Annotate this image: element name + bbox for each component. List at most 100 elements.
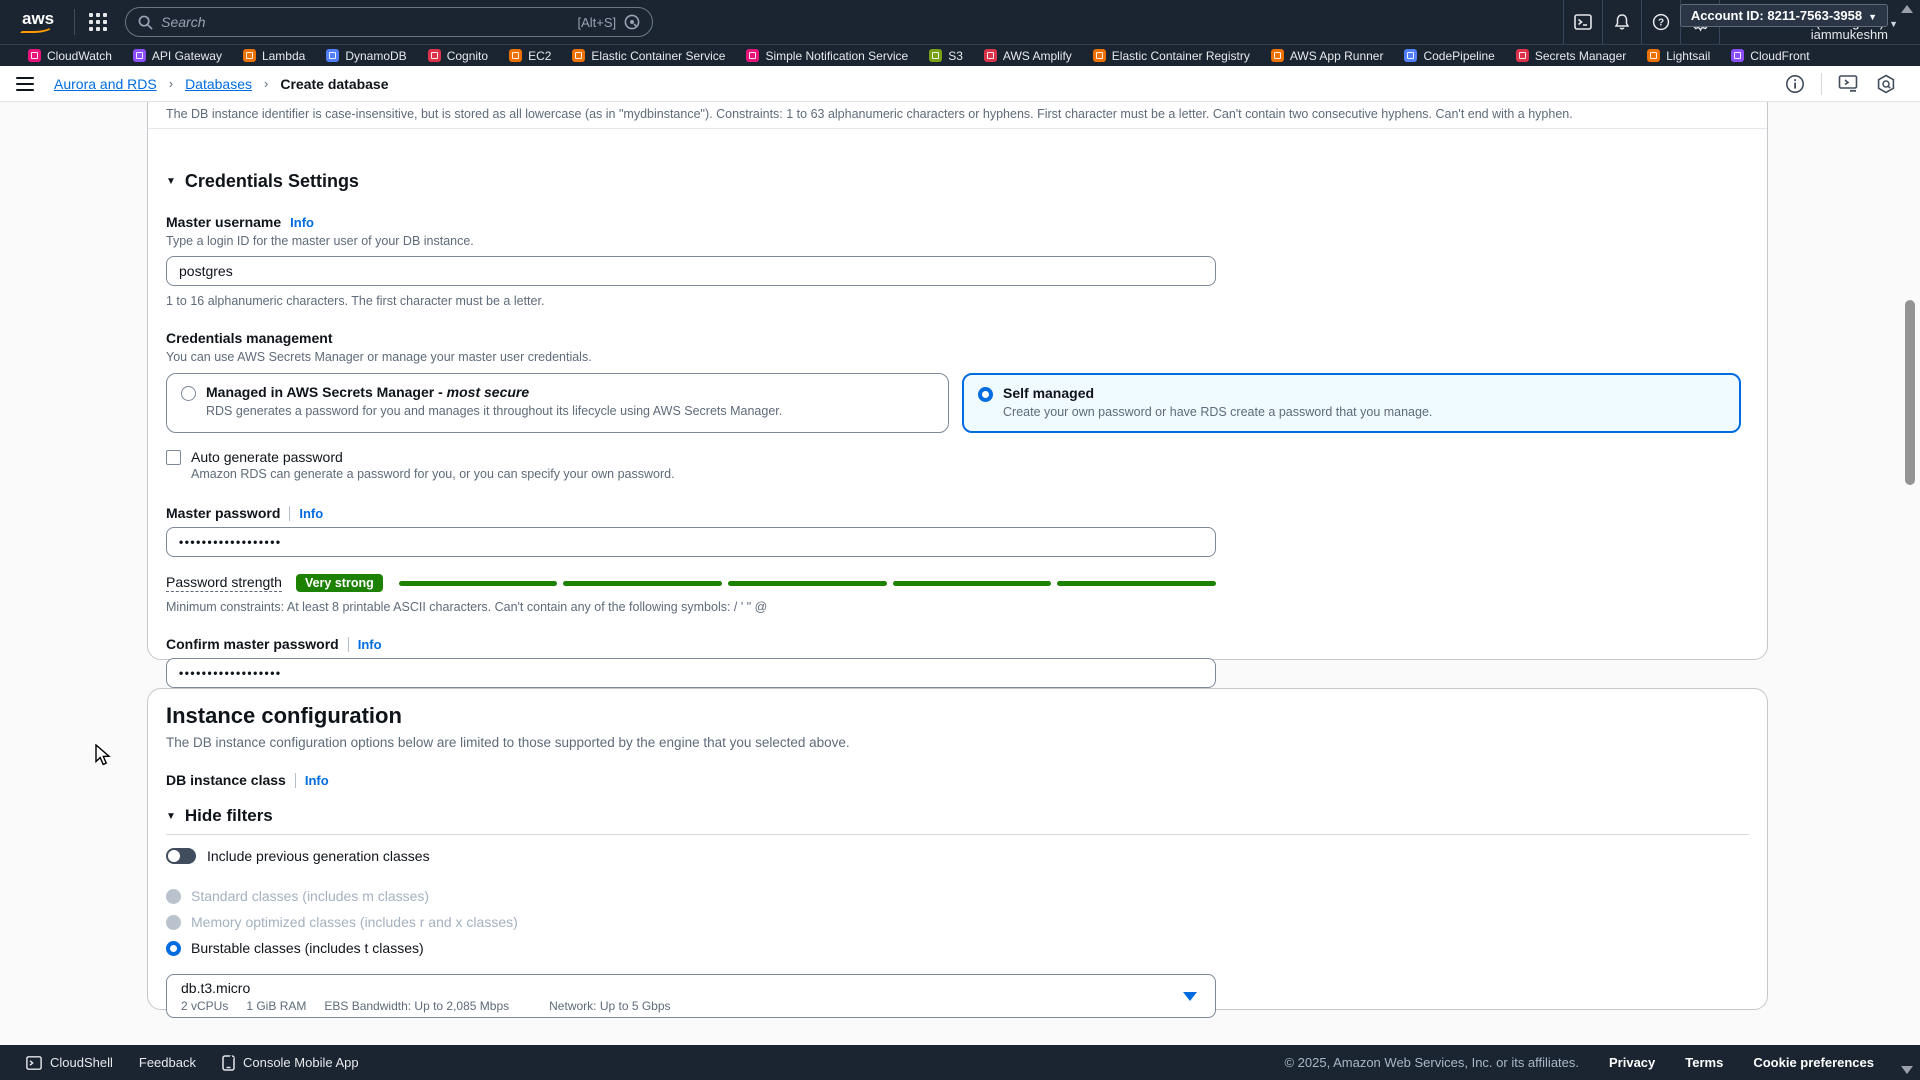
top-navigation-bar: aws [Alt+S] ? Un xyxy=(0,0,1920,44)
sidebar-menu-icon[interactable] xyxy=(16,77,34,91)
favorite-ec2[interactable]: EC2 xyxy=(509,49,551,63)
favorite-lightsail[interactable]: Lightsail xyxy=(1647,49,1710,63)
favorite-app-runner[interactable]: AWS App Runner xyxy=(1271,49,1384,63)
q-hexagon-icon[interactable] xyxy=(1876,74,1896,94)
master-username-input[interactable] xyxy=(166,256,1216,286)
favorite-codepipeline[interactable]: CodePipeline xyxy=(1404,49,1494,63)
lightsail-icon xyxy=(1647,49,1660,62)
favorite-ecs[interactable]: Elastic Container Service xyxy=(572,49,725,63)
svg-text:?: ? xyxy=(1658,18,1664,29)
master-username-help: Type a login ID for the master user of y… xyxy=(166,234,1749,248)
app-runner-icon xyxy=(1271,49,1284,62)
footer-mobile-app[interactable]: Console Mobile App xyxy=(222,1055,359,1071)
password-constraints: Minimum constraints: At least 8 printabl… xyxy=(166,600,1749,614)
search-icon xyxy=(138,15,153,30)
scrollbar-thumb[interactable] xyxy=(1905,300,1915,485)
search-shortcut: [Alt+S] xyxy=(577,15,616,30)
favorite-dynamodb[interactable]: DynamoDB xyxy=(326,49,406,63)
db-identifier-help-text: The DB instance identifier is case-insen… xyxy=(166,107,1749,121)
favorite-sns[interactable]: Simple Notification Service xyxy=(746,49,908,63)
instance-class-specs: 2 vCPUs 1 GiB RAM EBS Bandwidth: Up to 2… xyxy=(181,999,1201,1013)
instance-class-dropdown[interactable]: db.t3.micro 2 vCPUs 1 GiB RAM EBS Bandwi… xyxy=(166,974,1216,1018)
footer-privacy-link[interactable]: Privacy xyxy=(1609,1055,1655,1070)
password-strength-badge: Very strong xyxy=(296,574,383,592)
previous-generation-toggle-row[interactable]: Include previous generation classes xyxy=(166,848,1749,864)
burstable-classes-option[interactable]: Burstable classes (includes t classes) xyxy=(166,940,1749,956)
divider xyxy=(1821,73,1822,95)
master-password-info-link[interactable]: Info xyxy=(299,506,323,521)
search-input[interactable] xyxy=(161,14,577,30)
footer-terms-link[interactable]: Terms xyxy=(1685,1055,1723,1070)
aws-logo[interactable]: aws xyxy=(16,9,60,35)
auto-generate-password-checkbox[interactable] xyxy=(166,450,181,465)
db-instance-class-label: DB instance class xyxy=(166,772,286,788)
api-gateway-icon xyxy=(133,49,146,62)
password-strength-row: Password strength Very strong xyxy=(166,574,1216,592)
username-label: iammukeshm xyxy=(1811,27,1888,42)
footer-cloudshell[interactable]: CloudShell xyxy=(26,1055,113,1071)
secrets-manager-option-card[interactable]: Managed in AWS Secrets Manager - most se… xyxy=(166,373,949,433)
favorite-api-gateway[interactable]: API Gateway xyxy=(133,49,222,63)
shortcuts-screen-icon[interactable] xyxy=(1838,74,1860,94)
self-managed-option-card[interactable]: Self managed Create your own password or… xyxy=(962,373,1741,433)
credentials-settings-header[interactable]: ▼Credentials Settings xyxy=(166,171,1749,192)
master-username-info-link[interactable]: Info xyxy=(290,215,314,230)
hide-filters-header[interactable]: ▼Hide filters xyxy=(166,806,1749,826)
breadcrumb-current: Create database xyxy=(280,76,388,92)
confirm-password-input[interactable] xyxy=(166,658,1216,688)
footer-feedback[interactable]: Feedback xyxy=(139,1055,196,1070)
breadcrumb-databases[interactable]: Databases xyxy=(185,76,252,92)
auto-generate-password-row[interactable]: Auto generate password xyxy=(166,449,1749,465)
cloudwatch-icon xyxy=(28,49,41,62)
favorite-secrets-manager[interactable]: Secrets Manager xyxy=(1516,49,1626,63)
favorite-cloudfront[interactable]: CloudFront xyxy=(1731,49,1809,63)
favorite-s3[interactable]: S3 xyxy=(929,49,963,63)
memory-optimized-radio xyxy=(166,915,181,930)
aws-console-screen: aws [Alt+S] ? Un xyxy=(0,0,1920,1080)
help-icon[interactable]: ? xyxy=(1642,0,1680,44)
master-password-label: Master password xyxy=(166,505,280,521)
divider xyxy=(295,773,296,788)
confirm-password-info-link[interactable]: Info xyxy=(358,637,382,652)
master-password-input[interactable] xyxy=(166,527,1216,557)
divider xyxy=(148,128,1767,129)
breadcrumb-aurora-rds[interactable]: Aurora and RDS xyxy=(54,76,157,92)
favorite-cognito[interactable]: Cognito xyxy=(428,49,488,63)
notifications-bell-icon[interactable] xyxy=(1603,0,1641,44)
burstable-classes-radio[interactable] xyxy=(166,941,181,956)
credentials-card: The DB instance identifier is case-insen… xyxy=(147,102,1768,660)
breadcrumb-bar: Aurora and RDS › Databases › Create data… xyxy=(0,66,1920,102)
scrollbar-up-arrow[interactable] xyxy=(1901,5,1913,13)
credentials-management-label: Credentials management xyxy=(166,330,1749,346)
cloudshell-icon[interactable] xyxy=(1564,0,1602,44)
confirm-password-label: Confirm master password xyxy=(166,636,339,652)
s3-icon xyxy=(929,49,942,62)
amplify-icon xyxy=(984,49,997,62)
db-instance-class-info-link[interactable]: Info xyxy=(305,773,329,788)
divider xyxy=(289,506,290,521)
password-strength-label: Password strength xyxy=(166,574,282,592)
favorite-cloudwatch[interactable]: CloudWatch xyxy=(28,49,112,63)
secrets-manager-radio[interactable] xyxy=(181,386,196,401)
instance-class-name: db.t3.micro xyxy=(181,980,1201,996)
info-icon[interactable] xyxy=(1785,74,1805,94)
services-grid-icon[interactable] xyxy=(89,13,107,31)
favorite-amplify[interactable]: AWS Amplify xyxy=(984,49,1072,63)
global-search[interactable]: [Alt+S] xyxy=(125,7,653,37)
dropdown-caret-icon xyxy=(1183,992,1197,1001)
previous-generation-toggle[interactable] xyxy=(166,848,196,864)
favorite-lambda[interactable]: Lambda xyxy=(243,49,305,63)
favorite-ecr[interactable]: Elastic Container Registry xyxy=(1093,49,1250,63)
mobile-phone-icon xyxy=(222,1055,235,1071)
breadcrumb-separator: › xyxy=(169,76,173,91)
scrollbar-down-arrow[interactable] xyxy=(1901,1066,1913,1074)
self-managed-radio[interactable] xyxy=(978,387,993,402)
footer-cookie-preferences-link[interactable]: Cookie preferences xyxy=(1753,1055,1874,1070)
favorites-bar: CloudWatch API Gateway Lambda DynamoDB C… xyxy=(0,44,1920,66)
footer-copyright: © 2025, Amazon Web Services, Inc. or its… xyxy=(1284,1055,1579,1070)
account-id-tooltip[interactable]: Account ID: 8211-7563-3958▼ xyxy=(1680,4,1888,27)
sns-icon xyxy=(746,49,759,62)
amazon-q-icon[interactable] xyxy=(624,14,640,30)
collapse-triangle-icon: ▼ xyxy=(166,176,176,187)
standard-classes-option: Standard classes (includes m classes) xyxy=(166,888,1749,904)
